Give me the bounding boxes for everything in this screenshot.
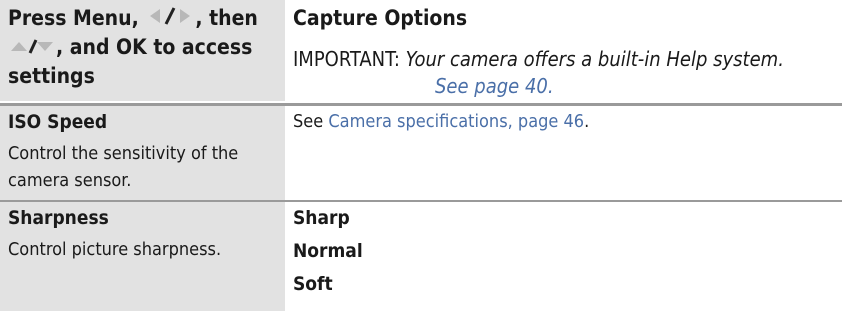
sharpness-title: Sharpness: [8, 207, 109, 229]
important-note: IMPORTANT: Your camera offers a built-in…: [293, 46, 784, 100]
iso-speed-description: Control the sensitivity of the camera se…: [8, 143, 239, 191]
iso-speed-value: See Camera specifications, page 46.: [293, 110, 589, 134]
header-left-cell: Press Menu, , then , and OK to access se…: [0, 0, 285, 101]
help-page-link[interactable]: See page 40.: [293, 73, 784, 100]
camera-specifications-link[interactable]: Camera specifications, page 46: [328, 111, 584, 132]
iso-speed-value-cell: See Camera specifications, page 46.: [287, 106, 842, 200]
iso-speed-title: ISO Speed: [8, 111, 108, 133]
sharpness-name-cell: Sharpness Control picture sharpness.: [0, 202, 285, 311]
header-left-title: Press Menu, , then , and OK to access se…: [8, 4, 283, 90]
important-label: IMPORTANT:: [293, 47, 400, 71]
left-right-arrows-icon: [146, 5, 194, 33]
sharpness-options-cell: Sharp Normal Soft: [287, 202, 842, 311]
header-left-text-2: , then: [195, 6, 258, 30]
header-left-text-1: Press Menu,: [8, 6, 139, 30]
iso-speed-value-prefix: See: [293, 111, 329, 132]
header-left-text-4: settings: [8, 64, 95, 88]
up-down-arrows-icon: [9, 34, 55, 62]
header-right-title: Capture Options: [293, 6, 468, 30]
sharpness-description: Control picture sharpness.: [8, 239, 222, 260]
sharpness-option-normal: Normal: [293, 240, 363, 262]
sharpness-option-sharp: Sharp: [293, 207, 350, 229]
iso-speed-name-cell: ISO Speed Control the sensitivity of the…: [0, 106, 285, 200]
important-text: Your camera offers a built-in Help syste…: [405, 47, 784, 71]
header-right-cell: Capture Options IMPORTANT: Your camera o…: [287, 0, 842, 101]
sharpness-option-soft: Soft: [293, 273, 333, 295]
iso-speed-value-suffix: .: [584, 111, 590, 132]
header-left-text-3: , and OK to access: [56, 35, 253, 59]
